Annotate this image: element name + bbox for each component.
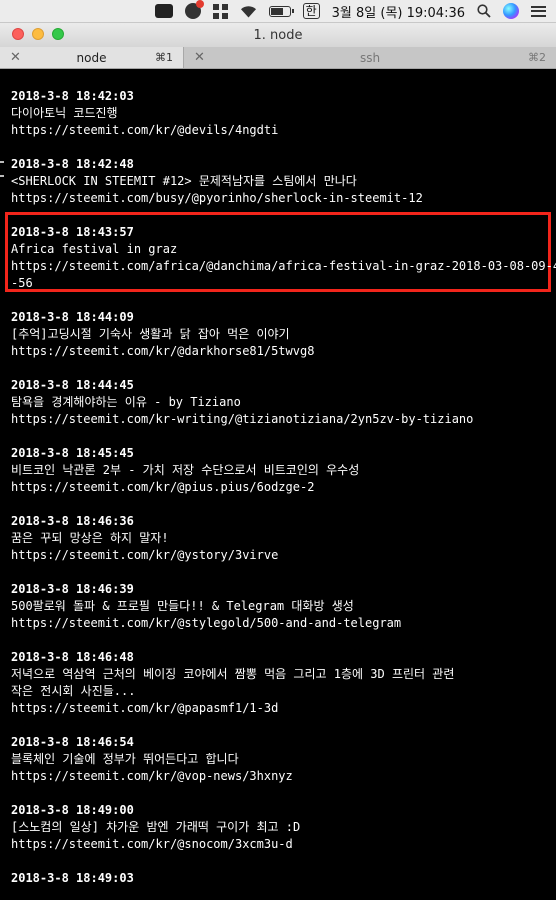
- entry-title: 블록체인 기술에 정부가 뛰어든다고 합니다: [11, 752, 239, 766]
- menubar-app-icon-2[interactable]: [184, 0, 204, 23]
- entry-title: 탐욕을 경계해야하는 이유 - by Tiziano: [11, 395, 241, 409]
- tab-bar: ✕ node ⌘1 ✕ ssh ⌘2: [0, 47, 556, 69]
- menubar-app-icon-3[interactable]: [212, 0, 228, 23]
- input-source-menu[interactable]: 한: [302, 0, 320, 23]
- feed-entry: 2018-3-8 18:42:03 다이아토닉 코드진행 https://ste…: [11, 88, 278, 139]
- feed-entry: 2018-3-8 18:49:00 [스노컴의 일상] 차가운 밤엔 가래떡 구…: [11, 802, 300, 853]
- feed-entry: 2018-3-8 18:46:54 블록체인 기술에 정부가 뛰어든다고 합니다…: [11, 734, 293, 785]
- tab-shortcut: ⌘1: [155, 51, 173, 64]
- clock-text: 3월 8일 (목) 19:04:36: [331, 5, 465, 21]
- grid-icon: [212, 3, 228, 19]
- feed-entry: 2018-3-8 18:49:03: [11, 870, 134, 887]
- menubar-app-icon-1[interactable]: [154, 0, 173, 23]
- close-tab-icon[interactable]: ✕: [194, 50, 205, 65]
- entry-url: https://steemit.com/africa/@danchima/afr…: [11, 259, 556, 273]
- notification-list-icon: [531, 5, 546, 17]
- scroll-marker: [0, 175, 4, 177]
- entry-title-continued: 작은 전시회 사진들...: [11, 684, 136, 698]
- entry-title: 비트코인 낙관론 2부 - 가치 저장 수단으로서 비트코인의 우수성: [11, 463, 360, 477]
- entry-title: Africa festival in graz: [11, 242, 178, 256]
- app-status-icon: [154, 4, 173, 18]
- minimize-window-button[interactable]: [32, 28, 44, 40]
- entry-url: https://steemit.com/kr-writing/@tizianot…: [11, 412, 474, 426]
- battery-status[interactable]: [268, 0, 294, 23]
- entry-timestamp: 2018-3-8 18:49:03: [11, 871, 134, 885]
- wifi-status[interactable]: [240, 0, 257, 23]
- feed-entry: 2018-3-8 18:46:36 꿈은 꾸되 망상은 하지 말자! https…: [11, 513, 278, 564]
- feed-entry: 2018-3-8 18:42:48 <SHERLOCK IN STEEMIT #…: [11, 156, 423, 207]
- tab-node[interactable]: ✕ node ⌘1: [0, 47, 183, 68]
- notification-center-button[interactable]: [531, 0, 546, 23]
- zoom-window-button[interactable]: [52, 28, 64, 40]
- battery-icon: [268, 5, 294, 17]
- menu-bar: 한 3월 8일 (목) 19:04:36: [0, 0, 556, 23]
- entry-timestamp: 2018-3-8 18:44:45: [11, 378, 134, 392]
- entry-timestamp: 2018-3-8 18:46:54: [11, 735, 134, 749]
- tab-label: node: [76, 50, 107, 65]
- entry-timestamp: 2018-3-8 18:42:03: [11, 89, 134, 103]
- entry-title: 저녁으로 역삼역 근처의 베이징 코야에서 짬뽕 먹음 그리고 1층에 3D 프…: [11, 667, 455, 681]
- feed-entry: 2018-3-8 18:45:45 비트코인 낙관론 2부 - 가치 저장 수단…: [11, 445, 359, 496]
- entry-timestamp: 2018-3-8 18:49:00: [11, 803, 134, 817]
- entry-url-continued: -56: [11, 276, 33, 290]
- terminal-output[interactable]: 2018-3-8 18:42:03 다이아토닉 코드진행 https://ste…: [0, 69, 556, 900]
- window-title: 1. node: [253, 27, 303, 43]
- siri-icon: [503, 3, 519, 19]
- entry-url: https://steemit.com/kr/@pius.pius/6odzge…: [11, 480, 315, 494]
- entry-timestamp: 2018-3-8 18:45:45: [11, 446, 134, 460]
- input-source-label: 한: [302, 3, 320, 19]
- tab-ssh[interactable]: ✕ ssh ⌘2: [183, 47, 556, 68]
- tab-label: ssh: [359, 50, 381, 65]
- window-controls: [12, 28, 72, 40]
- entry-title: <SHERLOCK IN STEEMIT #12> 문제적남자를 스팀에서 만나…: [11, 174, 357, 188]
- entry-url: https://steemit.com/busy/@pyorinho/sherl…: [11, 191, 423, 205]
- entry-timestamp: 2018-3-8 18:43:57: [11, 225, 134, 239]
- entry-title: [스노컴의 일상] 차가운 밤엔 가래떡 구이가 최고 :D: [11, 820, 301, 834]
- entry-title: 500팔로워 돌파 & 프로필 만들다!! & Telegram 대화방 생성: [11, 599, 354, 613]
- entry-url: https://steemit.com/kr/@devils/4ngdti: [11, 123, 279, 137]
- feed-entry: 2018-3-8 18:44:09 [추억]고딩시절 기숙사 생활과 닭 잡아 …: [11, 309, 314, 360]
- tab-shortcut: ⌘2: [528, 51, 546, 64]
- menubar-clock[interactable]: 3월 8일 (목) 19:04:36: [332, 0, 465, 23]
- entry-url: https://steemit.com/kr/@papasmf1/1-3d: [11, 701, 279, 715]
- search-icon: [477, 4, 491, 18]
- notification-badge-icon: [184, 0, 204, 19]
- entry-url: https://steemit.com/kr/@vop-news/3hxnyz: [11, 769, 293, 783]
- siri-button[interactable]: [503, 0, 519, 23]
- entry-title: 다이아토닉 코드진행: [11, 106, 118, 120]
- entry-timestamp: 2018-3-8 18:46:48: [11, 650, 134, 664]
- entry-url: https://steemit.com/kr/@ystory/3virve: [11, 548, 279, 562]
- close-tab-icon[interactable]: ✕: [10, 50, 21, 65]
- scroll-marker: [0, 161, 4, 163]
- spotlight-button[interactable]: [477, 0, 491, 23]
- entry-timestamp: 2018-3-8 18:44:09: [11, 310, 134, 324]
- feed-entry: 2018-3-8 18:46:39 500팔로워 돌파 & 프로필 만들다!! …: [11, 581, 401, 632]
- close-window-button[interactable]: [12, 28, 24, 40]
- feed-entry: 2018-3-8 18:46:48 저녁으로 역삼역 근처의 베이징 코야에서 …: [11, 649, 454, 717]
- entry-title: 꿈은 꾸되 망상은 하지 말자!: [11, 531, 169, 545]
- feed-entry-highlighted: 2018-3-8 18:43:57 Africa festival in gra…: [11, 224, 556, 292]
- window-title-bar: 1. node: [0, 23, 556, 47]
- feed-entry: 2018-3-8 18:44:45 탐욕을 경계해야하는 이유 - by Tiz…: [11, 377, 473, 428]
- entry-url: https://steemit.com/kr/@snocom/3xcm3u-d: [11, 837, 293, 851]
- entry-timestamp: 2018-3-8 18:42:48: [11, 157, 134, 171]
- entry-url: https://steemit.com/kr/@darkhorse81/5twv…: [11, 344, 315, 358]
- wifi-icon: [240, 5, 256, 17]
- entry-timestamp: 2018-3-8 18:46:39: [11, 582, 134, 596]
- entry-timestamp: 2018-3-8 18:46:36: [11, 514, 134, 528]
- entry-title: [추억]고딩시절 기숙사 생활과 닭 잡아 먹은 이야기: [11, 327, 290, 341]
- entry-url: https://steemit.com/kr/@stylegold/500-an…: [11, 616, 402, 630]
